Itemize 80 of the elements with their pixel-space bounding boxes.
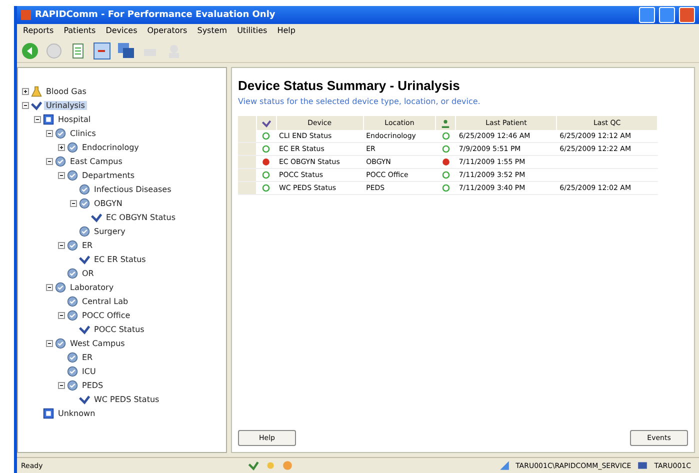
- tree-item[interactable]: OBGYN: [92, 198, 124, 208]
- app-icon: [21, 10, 31, 20]
- tree-item[interactable]: OR: [80, 268, 96, 278]
- collapse-icon[interactable]: [58, 312, 65, 318]
- tree-item[interactable]: Urinalysis: [44, 100, 87, 110]
- menu-item[interactable]: Help: [275, 26, 298, 38]
- tree-item[interactable]: ER: [80, 352, 95, 362]
- menu-item[interactable]: System: [195, 26, 230, 38]
- device-icon: [262, 118, 270, 128]
- panel-icon[interactable]: [93, 42, 111, 60]
- location-icon: [55, 338, 66, 348]
- minimize-button[interactable]: [639, 7, 655, 23]
- operator-icon: [441, 118, 450, 128]
- collapse-icon[interactable]: [34, 116, 41, 122]
- tree-item[interactable]: Surgery: [92, 226, 128, 236]
- windows-icon[interactable]: [117, 42, 135, 60]
- device-icon: [79, 254, 90, 264]
- location-icon: [67, 240, 78, 250]
- tree-item[interactable]: POCC Office: [80, 310, 132, 320]
- collapse-icon[interactable]: [70, 200, 77, 206]
- back-icon[interactable]: [21, 42, 39, 60]
- menu-item[interactable]: Utilities: [235, 26, 270, 38]
- tree-item[interactable]: Endocrinology: [80, 142, 141, 152]
- location-icon: [79, 184, 90, 194]
- tree-item[interactable]: Clinics: [68, 128, 98, 138]
- tree-item[interactable]: Unknown: [56, 408, 98, 418]
- page-heading: Device Status Summary - Urinalysis: [238, 78, 461, 93]
- tree-item[interactable]: Hospital: [56, 114, 93, 124]
- location-icon: [67, 380, 78, 390]
- location-icon: [55, 282, 66, 292]
- expand-icon[interactable]: [22, 88, 29, 94]
- menu-item[interactable]: Devices: [104, 26, 140, 38]
- maximize-button[interactable]: [659, 7, 675, 23]
- tree-item[interactable]: WC PEDS Status: [92, 394, 162, 404]
- location-icon: [67, 268, 78, 278]
- device-icon: [79, 394, 90, 404]
- device-icon: [79, 324, 90, 334]
- page-description: View status for the selected device type, location, or device.: [238, 97, 482, 106]
- location-icon: [55, 128, 66, 138]
- tree-item[interactable]: East Campus: [68, 156, 124, 166]
- location-icon: [79, 226, 90, 236]
- collapse-icon[interactable]: [58, 382, 65, 388]
- location-icon: [67, 352, 78, 362]
- tree-item[interactable]: POCC Status: [92, 324, 146, 334]
- collapse-icon[interactable]: [22, 102, 29, 108]
- menu-item[interactable]: Operators: [145, 26, 190, 38]
- collapse-icon[interactable]: [46, 158, 53, 164]
- tree-item[interactable]: Laboratory: [68, 282, 116, 292]
- menu-item[interactable]: Reports: [21, 26, 56, 38]
- tree-item[interactable]: PEDS: [80, 380, 106, 390]
- tree-item[interactable]: Infectious Diseases: [92, 184, 174, 194]
- location-icon: [67, 142, 78, 152]
- tree-item[interactable]: West Campus: [68, 338, 127, 348]
- collapse-icon[interactable]: [46, 284, 53, 290]
- collapse-icon[interactable]: [58, 242, 65, 248]
- tree-item[interactable]: EC OBGYN Status: [104, 212, 178, 222]
- window-title: RAPIDComm - For Performance Evaluation Only: [35, 10, 276, 20]
- tree-item[interactable]: EC ER Status: [92, 254, 148, 264]
- flask-icon: [31, 86, 42, 96]
- device-icon: [91, 212, 102, 222]
- location-icon: [55, 156, 66, 166]
- collapse-icon[interactable]: [58, 172, 65, 178]
- close-button[interactable]: [679, 7, 695, 23]
- tree-item[interactable]: Central Lab: [80, 296, 130, 306]
- location-icon: [67, 170, 78, 180]
- tree-item[interactable]: Departments: [80, 170, 137, 180]
- expand-icon[interactable]: [58, 144, 65, 150]
- tree-item[interactable]: ICU: [80, 366, 98, 376]
- building-icon: [43, 408, 54, 418]
- location-icon: [67, 296, 78, 306]
- location-icon: [67, 366, 78, 376]
- collapse-icon[interactable]: [46, 340, 53, 346]
- menu-item[interactable]: Patients: [62, 26, 98, 38]
- location-icon: [79, 198, 90, 208]
- device-icon: [31, 100, 42, 110]
- tree-item[interactable]: ER: [80, 240, 95, 250]
- tree-item[interactable]: Blood Gas: [44, 86, 88, 96]
- location-icon: [67, 310, 78, 320]
- collapse-icon[interactable]: [46, 130, 53, 136]
- building-icon: [43, 114, 54, 124]
